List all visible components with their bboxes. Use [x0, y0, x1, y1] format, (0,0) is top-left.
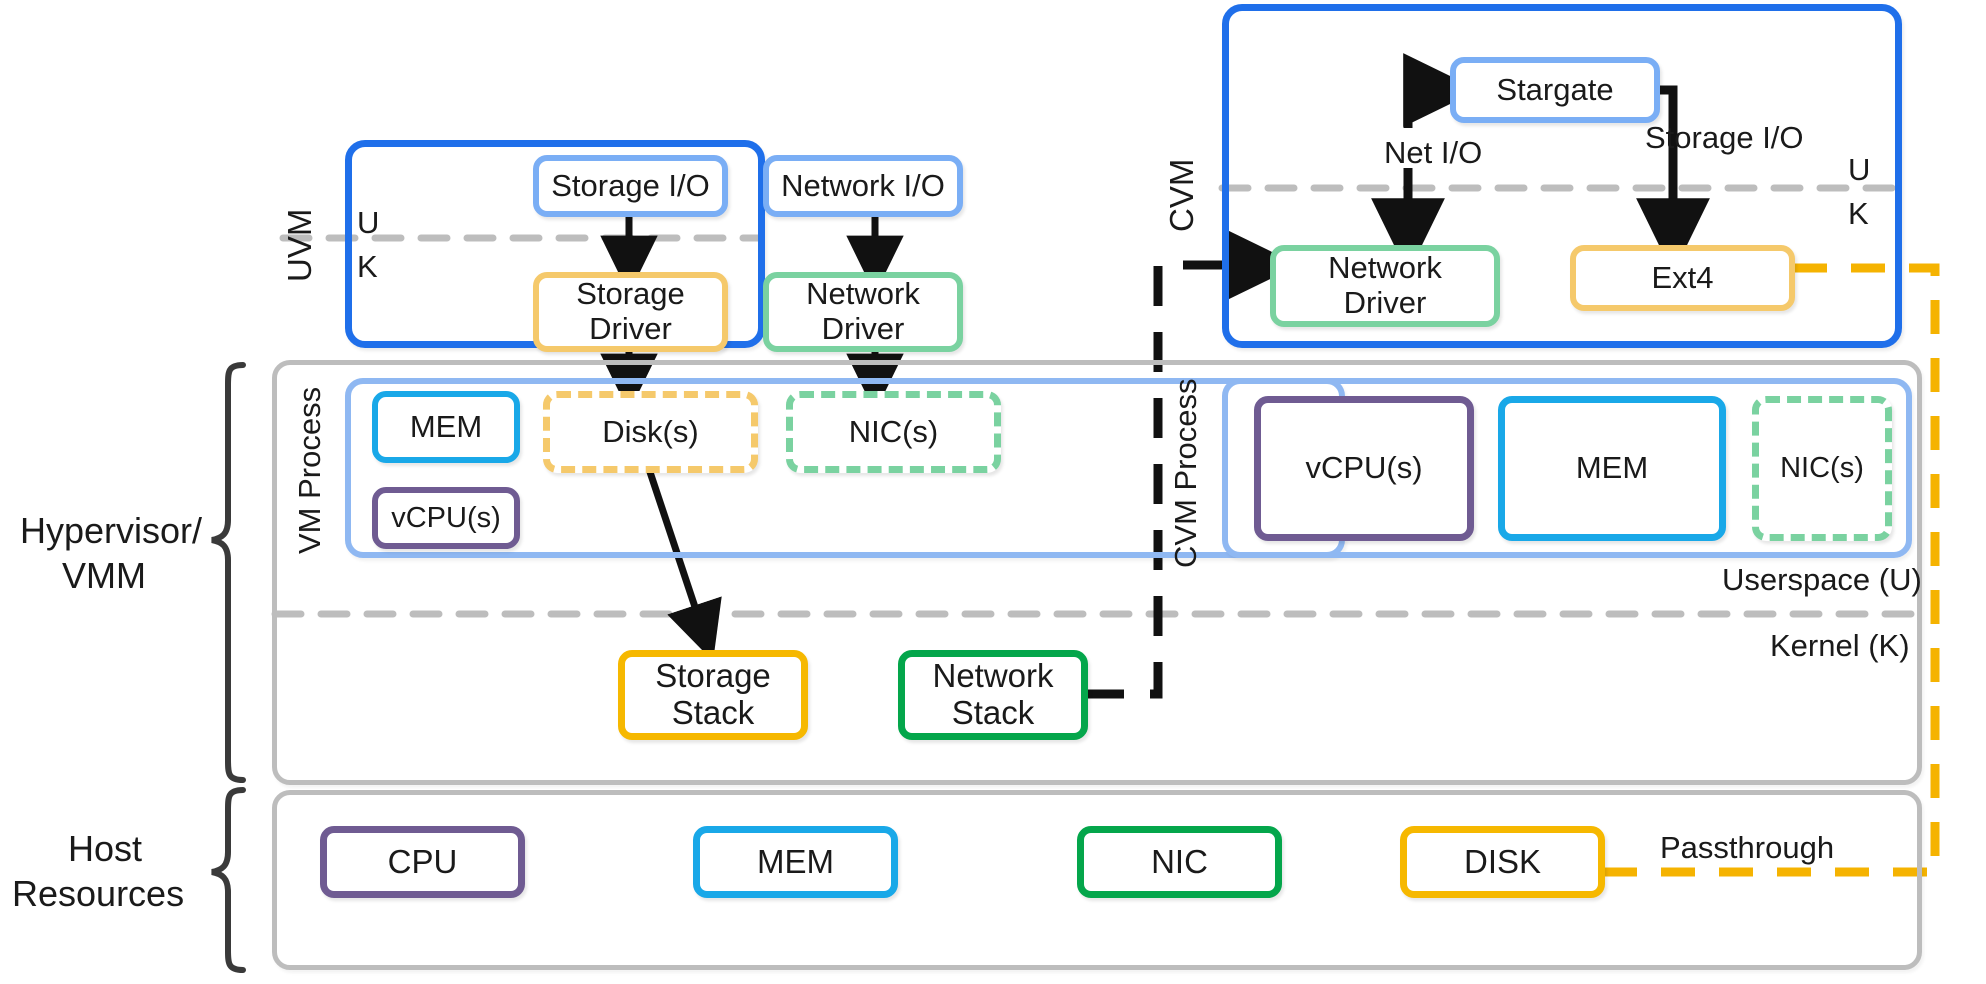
cvm-stargate-label: Stargate — [1496, 71, 1614, 107]
cvm-network-driver-node[interactable]: Network Driver — [1270, 245, 1500, 327]
cvm-kernel-letter: K — [1848, 196, 1869, 231]
network-stack-line2: Stack — [951, 694, 1035, 731]
uvm-storage-driver-line1: Storage — [576, 276, 685, 312]
uvm-network-io-node[interactable]: Network I/O — [763, 155, 963, 217]
cvm-net-io-label: Net I/O — [1384, 135, 1483, 170]
host-nic-label: NIC — [1151, 842, 1208, 880]
kernel-label: Kernel (K) — [1770, 628, 1910, 663]
host-cpu-node[interactable]: CPU — [320, 826, 525, 898]
host-disk-label: DISK — [1463, 842, 1542, 880]
host-bracket-line1: Host — [68, 828, 143, 869]
cvm-process-mem-node[interactable]: MEM — [1498, 396, 1726, 541]
diagram-canvas: UVM U K Storage I/O Network I/O Storage … — [0, 0, 1986, 984]
uvm-network-io-label: Network I/O — [781, 167, 945, 203]
host-cpu-label: CPU — [387, 842, 458, 880]
cvm-process-vcpus-node[interactable]: vCPU(s) — [1254, 396, 1474, 541]
cvm-userspace-letter: U — [1848, 152, 1871, 187]
vm-process-mem-node[interactable]: MEM — [372, 391, 520, 463]
cvm-storage-io-label: Storage I/O — [1645, 120, 1804, 155]
cvm-process-nics-label: NIC(s) — [1780, 452, 1864, 485]
uvm-storage-driver-node[interactable]: Storage Driver — [533, 272, 728, 352]
uvm-kernel-letter: K — [357, 249, 378, 284]
bracket-hypervisor — [211, 362, 246, 783]
host-bracket-line2: Resources — [12, 873, 185, 914]
host-disk-node[interactable]: DISK — [1400, 826, 1605, 898]
cvm-label: CVM — [1163, 158, 1200, 232]
cvm-process-nics-node[interactable]: NIC(s) — [1752, 396, 1892, 541]
vm-process-disks-node[interactable]: Disk(s) — [543, 391, 758, 473]
uvm-storage-io-label: Storage I/O — [551, 167, 710, 203]
vm-process-vcpus-label: vCPU(s) — [391, 501, 501, 534]
uvm-userspace-letter: U — [357, 205, 380, 240]
uvm-network-driver-node[interactable]: Network Driver — [763, 272, 963, 352]
cvm-network-driver-line1: Network — [1328, 250, 1442, 286]
vm-process-disks-label: Disk(s) — [602, 413, 699, 449]
uvm-storage-driver-line2: Driver — [589, 311, 672, 346]
cvm-ext4-label: Ext4 — [1651, 259, 1714, 295]
cvm-process-mem-label: MEM — [1575, 450, 1649, 486]
vm-process-mem-label: MEM — [409, 408, 483, 444]
bracket-host-resources — [211, 787, 246, 973]
vm-process-nics-node[interactable]: NIC(s) — [786, 391, 1001, 473]
storage-stack-line2: Stack — [671, 694, 755, 731]
passthrough-label: Passthrough — [1660, 830, 1835, 865]
host-mem-node[interactable]: MEM — [693, 826, 898, 898]
cvm-process-vcpus-label: vCPU(s) — [1305, 450, 1423, 486]
host-nic-node[interactable]: NIC — [1077, 826, 1282, 898]
hypervisor-bracket-line1: Hypervisor/ — [20, 510, 203, 551]
vm-process-nics-label: NIC(s) — [848, 413, 939, 449]
cvm-process-label: CVM Process — [1168, 378, 1203, 568]
host-mem-label: MEM — [757, 842, 834, 880]
uvm-network-driver-line2: Driver — [821, 311, 905, 346]
cvm-stargate-node[interactable]: Stargate — [1450, 57, 1660, 123]
uvm-network-driver-line1: Network — [806, 276, 920, 312]
cvm-network-driver-line2: Driver — [1343, 285, 1427, 320]
userspace-label: Userspace (U) — [1722, 562, 1922, 597]
vm-process-label: VM Process — [292, 386, 327, 554]
network-stack-line1: Network — [932, 657, 1054, 695]
cvm-ext4-node[interactable]: Ext4 — [1570, 245, 1795, 311]
storage-stack-node[interactable]: Storage Stack — [618, 650, 808, 740]
hypervisor-bracket-line2: VMM — [62, 555, 146, 596]
vm-process-vcpus-node[interactable]: vCPU(s) — [372, 487, 520, 549]
network-stack-node[interactable]: Network Stack — [898, 650, 1088, 740]
uvm-label: UVM — [281, 208, 318, 282]
storage-stack-line1: Storage — [655, 657, 771, 695]
uvm-storage-io-node[interactable]: Storage I/O — [533, 155, 728, 217]
